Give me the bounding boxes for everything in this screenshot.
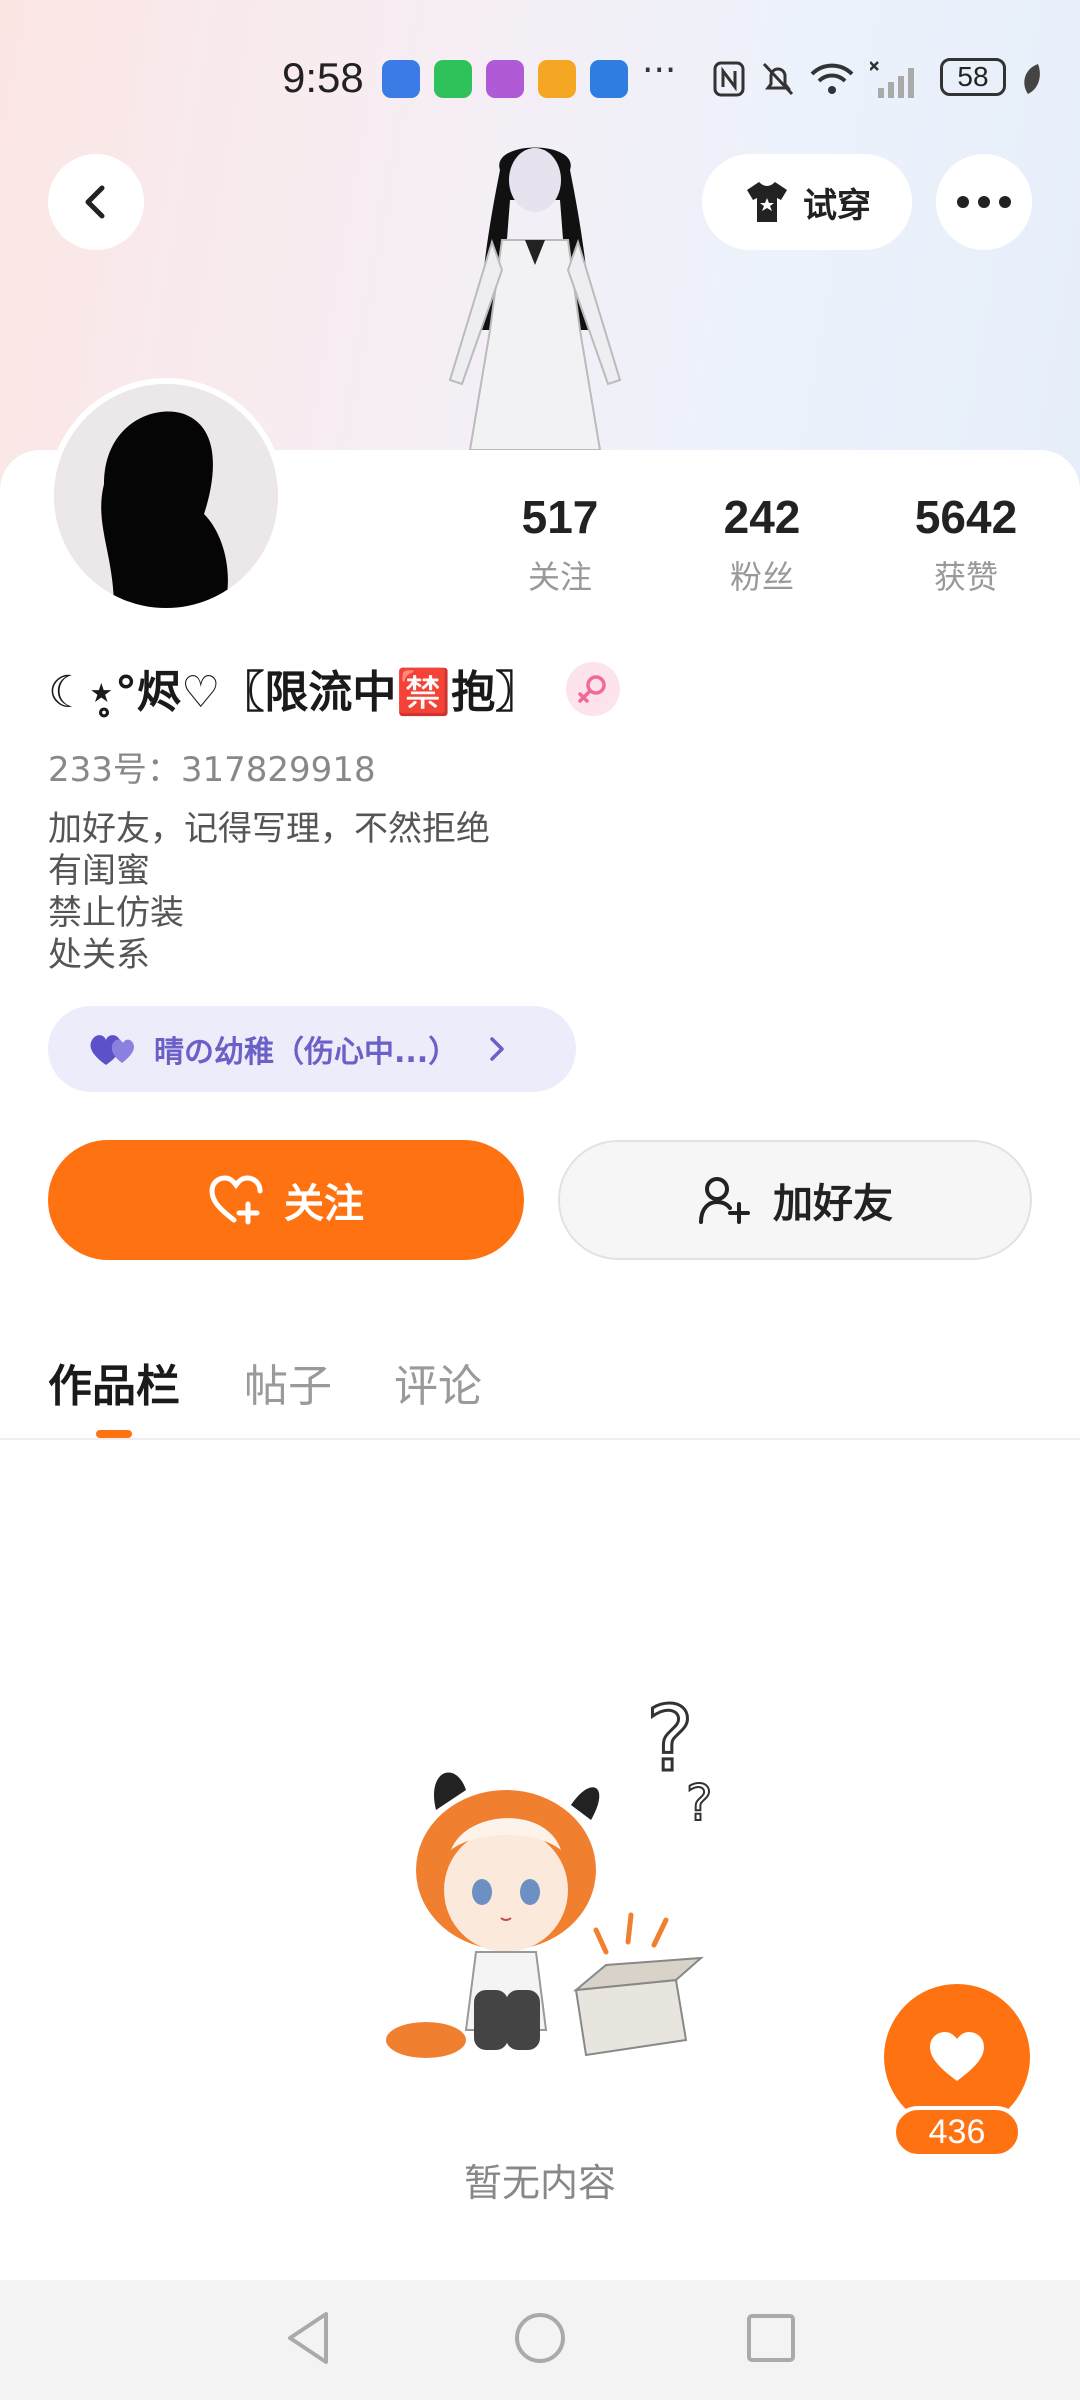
double-heart-icon <box>90 1035 134 1065</box>
nfc-icon <box>713 61 745 97</box>
bio-line: 加好友，记得写理，不然拒绝 <box>48 809 490 849</box>
stat-following-label: 关注 <box>527 558 592 596</box>
tshirt-icon <box>747 182 787 222</box>
empty-state-illustration: ? ? <box>386 1690 714 2058</box>
content-tabs: 作品栏 帖子 评论 <box>0 1340 1080 1440</box>
avatar-character-figure <box>448 147 622 451</box>
nav-home-icon[interactable] <box>512 2308 568 2368</box>
add-user-icon <box>699 1177 750 1224</box>
relationship-tag-label: 晴の幼稚（伤心中...） <box>154 1035 459 1070</box>
more-notifications-icon: ··· <box>642 50 677 91</box>
leaf-icon <box>1024 64 1040 94</box>
status-bar: 9:58 ··· 58 <box>0 50 1080 110</box>
stat-fans-value: 242 <box>723 491 801 543</box>
empty-state-text: 暂无内容 <box>463 2161 616 2205</box>
avatar[interactable] <box>48 378 284 614</box>
add-friend-button[interactable]: 加好友 <box>558 1140 1032 1260</box>
tab-works[interactable]: 作品栏 <box>48 1350 180 1414</box>
more-options-button[interactable] <box>936 154 1032 250</box>
try-on-label: 试穿 <box>803 185 871 226</box>
bio-line: 有闺蜜 <box>48 851 150 891</box>
stat-fans[interactable]: 242 粉丝 <box>662 490 862 598</box>
bio-line: 处关系 <box>48 935 150 975</box>
follow-button[interactable]: 关注 <box>48 1140 524 1260</box>
mute-bell-icon <box>762 62 794 96</box>
like-count-badge: 436 <box>892 2106 1022 2158</box>
user-id[interactable]: 233号：317829918 <box>48 742 376 791</box>
stat-likes-value: 5642 <box>914 491 1018 543</box>
profile-bio: 加好友，记得写理，不然拒绝 有闺蜜 禁止仿装 处关系 <box>48 808 490 976</box>
battery-indicator: 58 <box>940 58 1006 96</box>
follow-button-label: 关注 <box>284 1181 364 1227</box>
bulb-app-icon <box>590 60 628 98</box>
bio-line: 禁止仿装 <box>48 893 184 933</box>
add-friend-label: 加好友 <box>773 1181 893 1227</box>
wechat-app-icon <box>434 60 472 98</box>
wifi-icon <box>810 63 854 94</box>
profile-name: ☾⋆̥°烬♡〖限流中🈲抱〗 <box>48 667 540 718</box>
chevron-right-icon <box>490 1037 504 1061</box>
silhouette-avatar-image <box>54 384 278 608</box>
tab-comments[interactable]: 评论 <box>394 1350 482 1414</box>
music-app-icon <box>486 60 524 98</box>
signal-icon <box>870 61 914 98</box>
clock-app-icon <box>382 60 420 98</box>
nav-recents-icon[interactable] <box>744 2308 798 2368</box>
stat-likes[interactable]: 5642 获赞 <box>866 490 1066 598</box>
stat-following-value: 517 <box>521 491 599 543</box>
relationship-tag[interactable]: 晴の幼稚（伤心中...） <box>48 1006 576 1092</box>
nav-back-icon[interactable] <box>282 2308 334 2368</box>
system-navigation-bar <box>0 2280 1080 2400</box>
back-button[interactable] <box>48 154 144 250</box>
flower-app-icon <box>538 60 576 98</box>
tab-posts[interactable]: 帖子 <box>244 1350 332 1414</box>
active-tab-indicator <box>96 1430 132 1438</box>
more-dots-icon <box>957 196 1011 208</box>
heart-plus-icon <box>209 1175 263 1225</box>
status-time: 9:58 <box>282 54 364 101</box>
stat-likes-label: 获赞 <box>933 558 998 596</box>
female-gender-icon <box>566 662 620 716</box>
heart-icon <box>930 2032 984 2081</box>
chevron-left-icon <box>85 185 105 219</box>
profile-stats: 517 关注 242 粉丝 5642 获赞 <box>460 490 1060 610</box>
stat-following[interactable]: 517 关注 <box>460 490 660 598</box>
try-on-button[interactable]: 试穿 <box>702 154 912 250</box>
svg-text:?: ? <box>686 1774 713 1832</box>
stat-fans-label: 粉丝 <box>729 558 794 596</box>
